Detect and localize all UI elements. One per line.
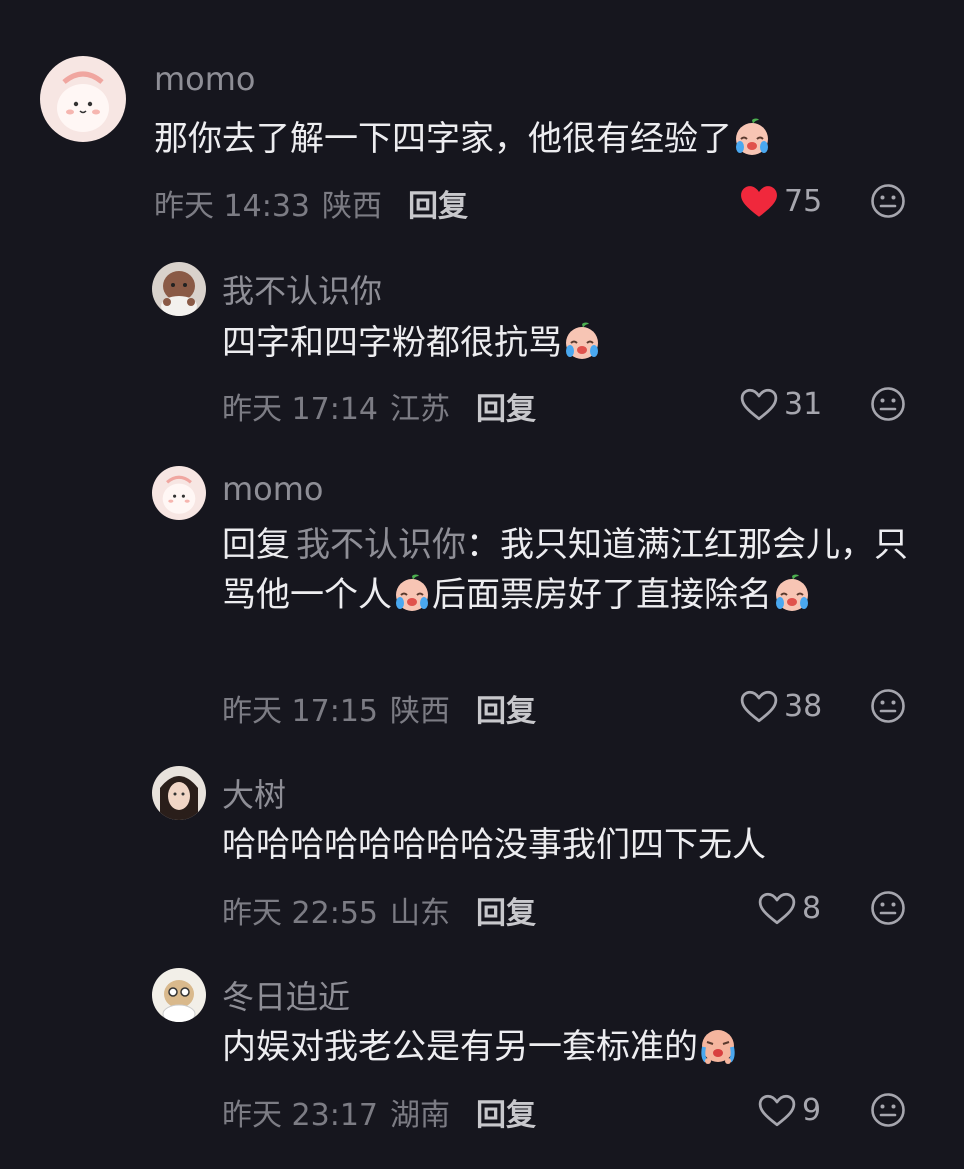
crying-face-emoji (562, 321, 602, 361)
comment-text-content: 四字和四字粉都很抗骂 (222, 323, 562, 363)
crying-face-emoji (772, 573, 812, 613)
comment-location: 陕西 (322, 189, 382, 224)
like-count: 75 (784, 184, 823, 219)
heart-icon (740, 690, 778, 724)
comment-location: 陕西 (390, 694, 450, 729)
reply-comment-item: momo 回复 我不认识你：我只知道满江红那会儿，只骂他一个人 后面票房好了直接除名… (0, 444, 964, 750)
avatar[interactable] (152, 466, 206, 520)
neutral-face-icon (870, 183, 906, 219)
neutral-face-icon (870, 1092, 906, 1128)
reply-prefix: 回复 (222, 525, 290, 565)
comment-location: 江苏 (390, 392, 450, 427)
reply-target-username[interactable]: 我不认识你 (296, 525, 466, 565)
username[interactable]: 我不认识你 (222, 266, 382, 312)
reaction-button[interactable] (870, 1092, 906, 1128)
reply-button[interactable]: 回复 (476, 888, 536, 932)
like-count: 31 (784, 387, 823, 422)
neutral-face-icon (870, 386, 906, 422)
reply-comment-item: 我不认识你 四字和四字粉都很抗骂 昨天 17:14 江苏 回复 31 (0, 240, 964, 444)
comment-text-content: 哈哈哈哈哈哈哈哈没事我们四下无人 (222, 825, 766, 865)
comment-meta: 昨天 17:15 陕西 回复 (222, 686, 536, 730)
crying-face-emoji (392, 573, 432, 613)
comment-time: 昨天 23:17 (222, 1098, 378, 1133)
username[interactable]: 大树 (222, 770, 286, 816)
comment-text: 那你去了解一下四字家，他很有经验了 (154, 114, 914, 164)
comment-time: 昨天 14:33 (154, 189, 310, 224)
like-button[interactable]: 9 (758, 1093, 821, 1128)
comment-meta: 昨天 23:17 湖南 回复 (222, 1090, 536, 1134)
like-button[interactable]: 38 (740, 689, 822, 724)
heart-icon (758, 892, 796, 926)
avatar[interactable] (152, 262, 206, 316)
reaction-button[interactable] (870, 890, 906, 926)
sobbing-face-emoji (698, 1025, 738, 1065)
reply-comment-item: 冬日迫近 内娱对我老公是有另一套标准的 昨天 23:17 湖南 回复 9 (0, 950, 964, 1169)
comment-text: 回复 我不认识你：我只知道满江红那会儿，只骂他一个人 后面票房好了直接除名 (222, 520, 912, 620)
comment-text: 四字和四字粉都很抗骂 (222, 318, 902, 368)
username[interactable]: 冬日迫近 (222, 972, 350, 1018)
reply-button[interactable]: 回复 (476, 686, 536, 730)
like-button[interactable]: 8 (758, 891, 821, 926)
comment-time: 昨天 22:55 (222, 896, 378, 931)
comment-meta: 昨天 22:55 山东 回复 (222, 888, 536, 932)
avatar[interactable] (152, 766, 206, 820)
username[interactable]: momo (222, 470, 324, 508)
comment-time: 昨天 17:15 (222, 694, 378, 729)
like-count: 8 (802, 891, 822, 926)
comment-text: 内娱对我老公是有另一套标准的 (222, 1022, 912, 1072)
crying-face-emoji (732, 117, 772, 157)
like-count: 9 (802, 1093, 822, 1128)
comment-time: 昨天 17:14 (222, 392, 378, 427)
reply-comment-item: 大树 哈哈哈哈哈哈哈哈没事我们四下无人 昨天 22:55 山东 回复 8 (0, 750, 964, 950)
reaction-button[interactable] (870, 183, 906, 219)
reply-button[interactable]: 回复 (476, 384, 536, 428)
reply-button[interactable]: 回复 (476, 1090, 536, 1134)
reply-button[interactable]: 回复 (408, 181, 468, 225)
comment-text-content: 内娱对我老公是有另一套标准的 (222, 1027, 698, 1067)
comment-location: 湖南 (390, 1098, 450, 1133)
heart-icon (758, 1094, 796, 1128)
heart-icon (740, 388, 778, 422)
reaction-button[interactable] (870, 688, 906, 724)
like-button[interactable]: 75 (740, 184, 822, 219)
neutral-face-icon (870, 890, 906, 926)
comment-text-content: 那你去了解一下四字家，他很有经验了 (154, 119, 732, 159)
avatar[interactable] (40, 56, 126, 142)
comment-location: 山东 (390, 896, 450, 931)
comment-item: momo 那你去了解一下四字家，他很有经验了 昨天 14:33 陕西 回复 75 (0, 0, 964, 240)
reaction-button[interactable] (870, 386, 906, 422)
heart-icon (740, 185, 778, 219)
avatar[interactable] (152, 968, 206, 1022)
comment-meta: 昨天 17:14 江苏 回复 (222, 384, 536, 428)
neutral-face-icon (870, 688, 906, 724)
username[interactable]: momo (154, 60, 256, 98)
comment-text: 哈哈哈哈哈哈哈哈没事我们四下无人 (222, 820, 912, 870)
comment-meta: 昨天 14:33 陕西 回复 (154, 181, 468, 225)
comment-text-content-2: 后面票房好了直接除名 (432, 575, 772, 615)
like-count: 38 (784, 689, 823, 724)
like-button[interactable]: 31 (740, 387, 822, 422)
